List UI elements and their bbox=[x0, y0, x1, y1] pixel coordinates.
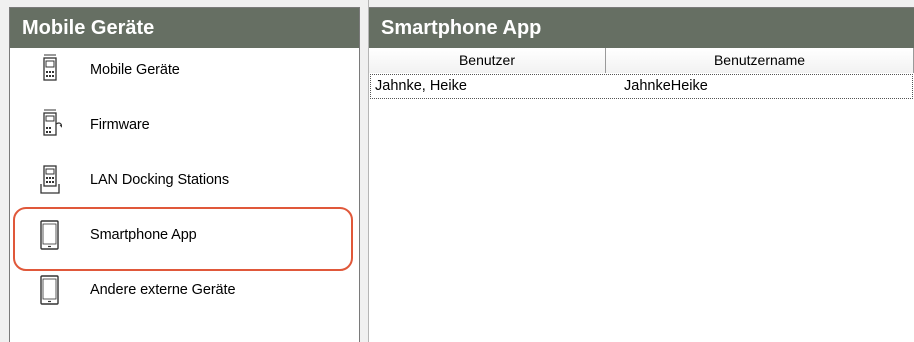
right-panel-title: Smartphone App bbox=[369, 8, 914, 48]
smartphone-icon bbox=[38, 217, 62, 253]
nav-item-label: Smartphone App bbox=[90, 227, 197, 243]
smartphone-app-panel: Smartphone App Benutzer Benutzername Jah… bbox=[360, 0, 914, 342]
mobile-devices-panel: Mobile Geräte Mobile Geräte Firmware LAN… bbox=[9, 7, 360, 342]
nav-item-mobile-devices[interactable]: Mobile Geräte bbox=[10, 50, 359, 90]
cell-benutzername: JahnkeHeike bbox=[624, 78, 708, 94]
nav-item-other-external-devices[interactable]: Andere externe Geräte bbox=[10, 270, 359, 310]
left-panel-title: Mobile Geräte bbox=[10, 8, 359, 48]
firmware-device-icon bbox=[38, 107, 64, 143]
nav-item-label: Mobile Geräte bbox=[90, 62, 180, 78]
nav-item-firmware[interactable]: Firmware bbox=[10, 105, 359, 145]
cell-benutzer: Jahnke, Heike bbox=[375, 78, 467, 94]
nav-item-label: Andere externe Geräte bbox=[90, 282, 236, 298]
table-header-row: Benutzer Benutzername bbox=[369, 48, 914, 73]
column-header-benutzer[interactable]: Benutzer bbox=[369, 48, 606, 73]
nav-item-smartphone-app[interactable]: Smartphone App bbox=[10, 215, 359, 255]
column-header-benutzername[interactable]: Benutzername bbox=[606, 48, 914, 73]
external-device-icon bbox=[38, 272, 62, 308]
table-row[interactable]: Jahnke, Heike JahnkeHeike bbox=[370, 74, 913, 99]
users-table: Benutzer Benutzername Jahnke, Heike Jahn… bbox=[369, 48, 914, 99]
nav-item-lan-docking-stations[interactable]: LAN Docking Stations bbox=[10, 160, 359, 200]
docking-station-icon bbox=[38, 162, 62, 198]
nav-item-label: LAN Docking Stations bbox=[90, 172, 230, 188]
handheld-device-icon bbox=[38, 52, 62, 88]
nav-item-label: Firmware bbox=[90, 117, 150, 133]
